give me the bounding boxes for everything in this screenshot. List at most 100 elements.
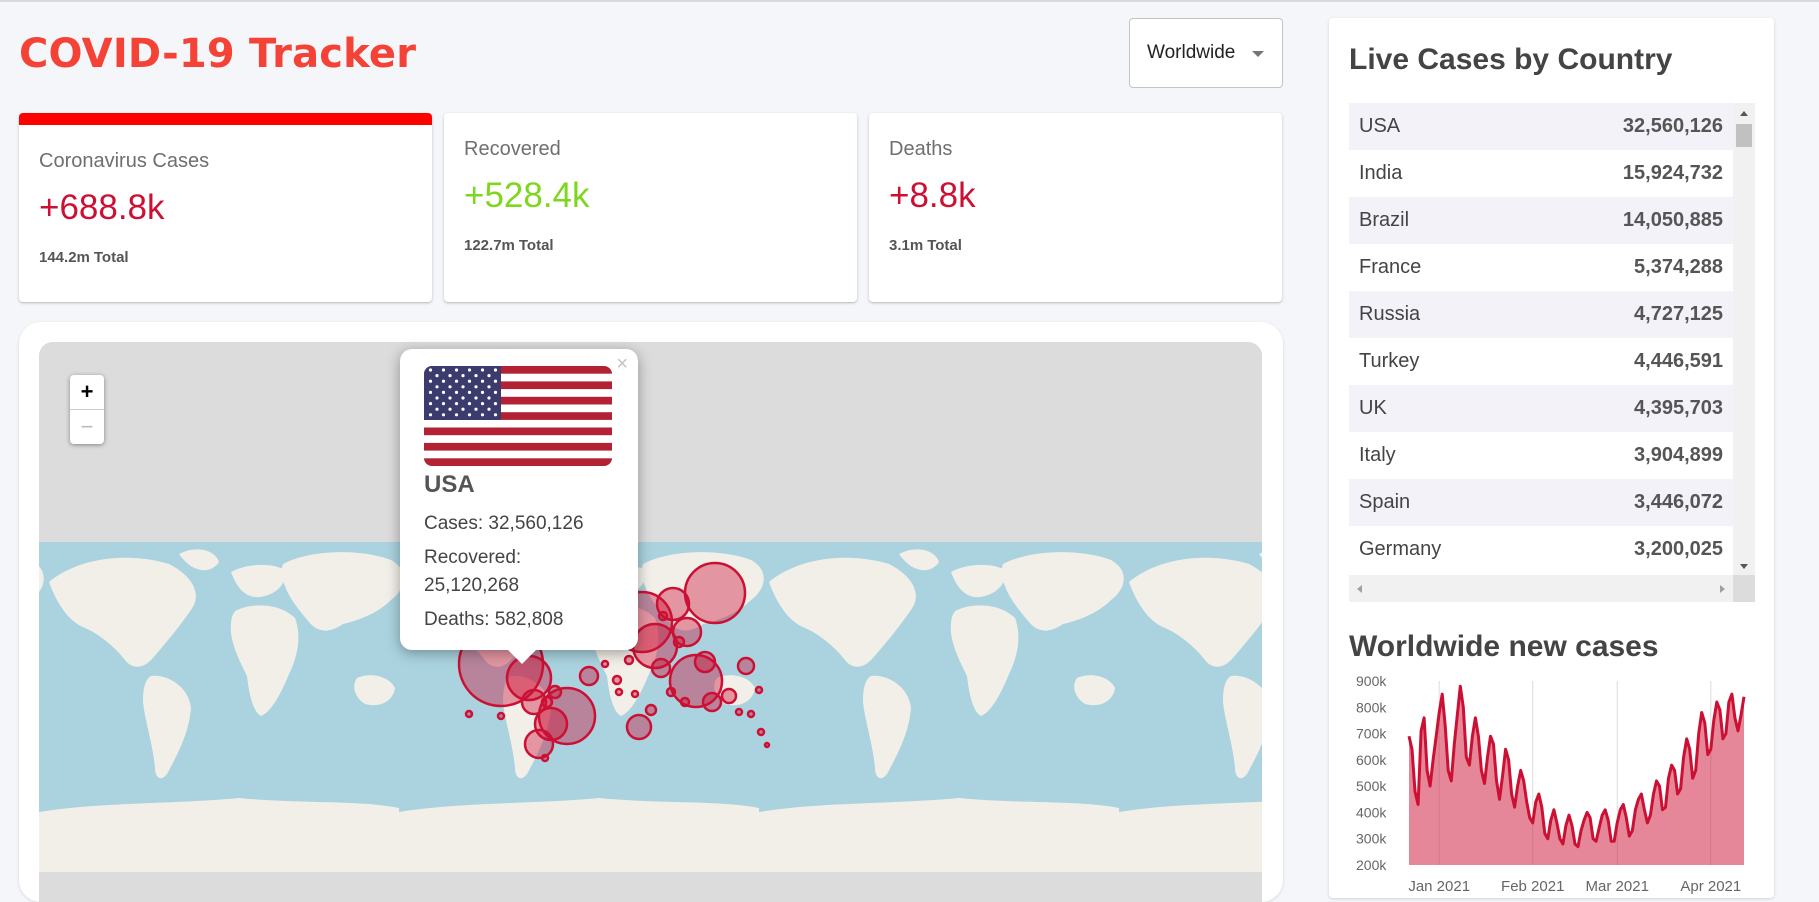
stat-value: +528.4k (464, 176, 590, 215)
stat-label: Coronavirus Cases (39, 150, 210, 172)
scroll-down-arrow-icon[interactable] (1740, 564, 1748, 569)
stat-card-deaths[interactable]: Deaths +8.8k 3.1m Total (869, 113, 1282, 302)
table-row: Russia 4,727,125 (1349, 291, 1733, 338)
popup-deaths: Deaths: 582,808 (424, 609, 564, 630)
vertical-scrollbar[interactable] (1733, 103, 1755, 575)
flag-star (467, 402, 472, 406)
table-row: France 5,374,288 (1349, 244, 1733, 291)
country-cases: 4,395,703 (1634, 397, 1723, 419)
stat-total-value: 144.2m (39, 249, 90, 266)
scroll-up-arrow-icon[interactable] (1740, 111, 1748, 116)
case-circle (650, 657, 672, 679)
case-circle (701, 691, 723, 713)
stat-label: Deaths (889, 138, 953, 160)
flag-star (441, 402, 446, 406)
flag-star (467, 413, 472, 417)
y-tick-label: 300k (1356, 831, 1387, 847)
country-cases: 5,374,288 (1634, 256, 1723, 278)
table-row: Brazil 14,050,885 (1349, 197, 1733, 244)
stat-card-cases[interactable]: Coronavirus Cases +688.8k 144.2m Total (19, 113, 432, 302)
table-row: USA 32,560,126 (1349, 103, 1733, 150)
world-map[interactable]: + − (39, 342, 1262, 902)
right-panel: Live Cases by Country USA 32,560,126 Indi… (1329, 18, 1774, 898)
flag-star (493, 390, 498, 394)
flag-star (454, 379, 459, 383)
zoom-control: + − (70, 375, 104, 444)
country-name: Russia (1359, 303, 1421, 325)
flag-star (441, 413, 446, 417)
flag-star (493, 402, 498, 406)
y-tick-label: 700k (1356, 726, 1387, 742)
table-row: Turkey 4,446,591 (1349, 338, 1733, 385)
country-cases: 3,904,899 (1634, 444, 1723, 466)
live-cases-table[interactable]: USA 32,560,126 India 15,924,732 Brazil 14,0… (1349, 103, 1755, 602)
x-tick-label: Mar 2021 (1586, 878, 1649, 895)
flag-star (474, 396, 478, 400)
country-cases: 4,446,591 (1634, 350, 1723, 372)
country-cases: 14,050,885 (1622, 209, 1723, 231)
country-name: India (1359, 162, 1403, 184)
flag-star (467, 368, 472, 372)
case-circle (746, 709, 756, 719)
flag-star (441, 379, 446, 383)
map-empty-bottom (39, 872, 1262, 902)
table-row: UK 4,395,703 (1349, 385, 1733, 432)
case-circle (547, 684, 563, 700)
flag-star (487, 385, 491, 389)
flag-star (493, 413, 498, 417)
map-tiles (39, 342, 1262, 902)
case-circle (625, 713, 653, 741)
case-circle (693, 650, 717, 674)
country-cases: 4,727,125 (1634, 303, 1723, 325)
table-row: Italy 3,904,899 (1349, 432, 1733, 479)
flag-star (480, 368, 485, 372)
case-circle (630, 689, 640, 699)
country-name: Germany (1359, 538, 1442, 560)
scroll-right-arrow-icon[interactable] (1720, 585, 1725, 593)
scrollbar-thumb[interactable] (1736, 124, 1752, 147)
flag-star (487, 396, 491, 400)
case-circle (665, 686, 677, 698)
stat-total-value: 122.7m (464, 237, 515, 254)
caret-down-icon (1252, 51, 1264, 57)
case-circle (763, 741, 771, 749)
horizontal-scrollbar[interactable] (1349, 575, 1733, 602)
table-row: Spain 3,446,072 (1349, 479, 1733, 526)
zoom-out-button[interactable]: − (70, 410, 104, 444)
flag-star (428, 368, 433, 372)
case-circle (754, 685, 764, 695)
flag-star (448, 385, 452, 389)
flag-star (454, 390, 459, 394)
flag-star (448, 407, 452, 411)
case-circle (540, 753, 550, 763)
flag-star (435, 385, 439, 389)
y-tick-label: 200k (1356, 857, 1387, 873)
x-tick-label: Feb 2021 (1501, 878, 1564, 895)
country-popup: × USA Cases: 32,560,126 Recovered: 25,12… (400, 349, 638, 664)
app-title: COVID-19 Tracker (19, 31, 417, 77)
case-circle (672, 635, 686, 649)
stat-total-value: 3.1m (889, 237, 924, 254)
x-tick-label: Jan 2021 (1408, 878, 1470, 895)
country-name: Spain (1359, 491, 1411, 513)
country-select[interactable]: Worldwide (1129, 18, 1283, 88)
country-cases: 3,446,072 (1634, 491, 1723, 513)
table-row: Germany 3,200,025 (1349, 526, 1733, 573)
stat-card-recovered[interactable]: Recovered +528.4k 122.7m Total (444, 113, 857, 302)
flag-star (474, 385, 478, 389)
case-circle (683, 561, 747, 625)
case-circle (644, 703, 658, 717)
case-circle (736, 656, 756, 676)
case-circle (464, 709, 474, 719)
case-circle (578, 665, 600, 687)
flag-star (428, 390, 433, 394)
scroll-left-arrow-icon[interactable] (1357, 585, 1362, 593)
y-tick-label: 800k (1356, 699, 1387, 715)
case-circle (720, 687, 738, 705)
flag-star (493, 368, 498, 372)
stat-total-suffix: Total (518, 237, 554, 254)
y-tick-label: 900k (1356, 673, 1387, 689)
flag-star (461, 385, 465, 389)
zoom-in-button[interactable]: + (70, 375, 104, 410)
popup-close-button[interactable]: × (616, 353, 628, 376)
